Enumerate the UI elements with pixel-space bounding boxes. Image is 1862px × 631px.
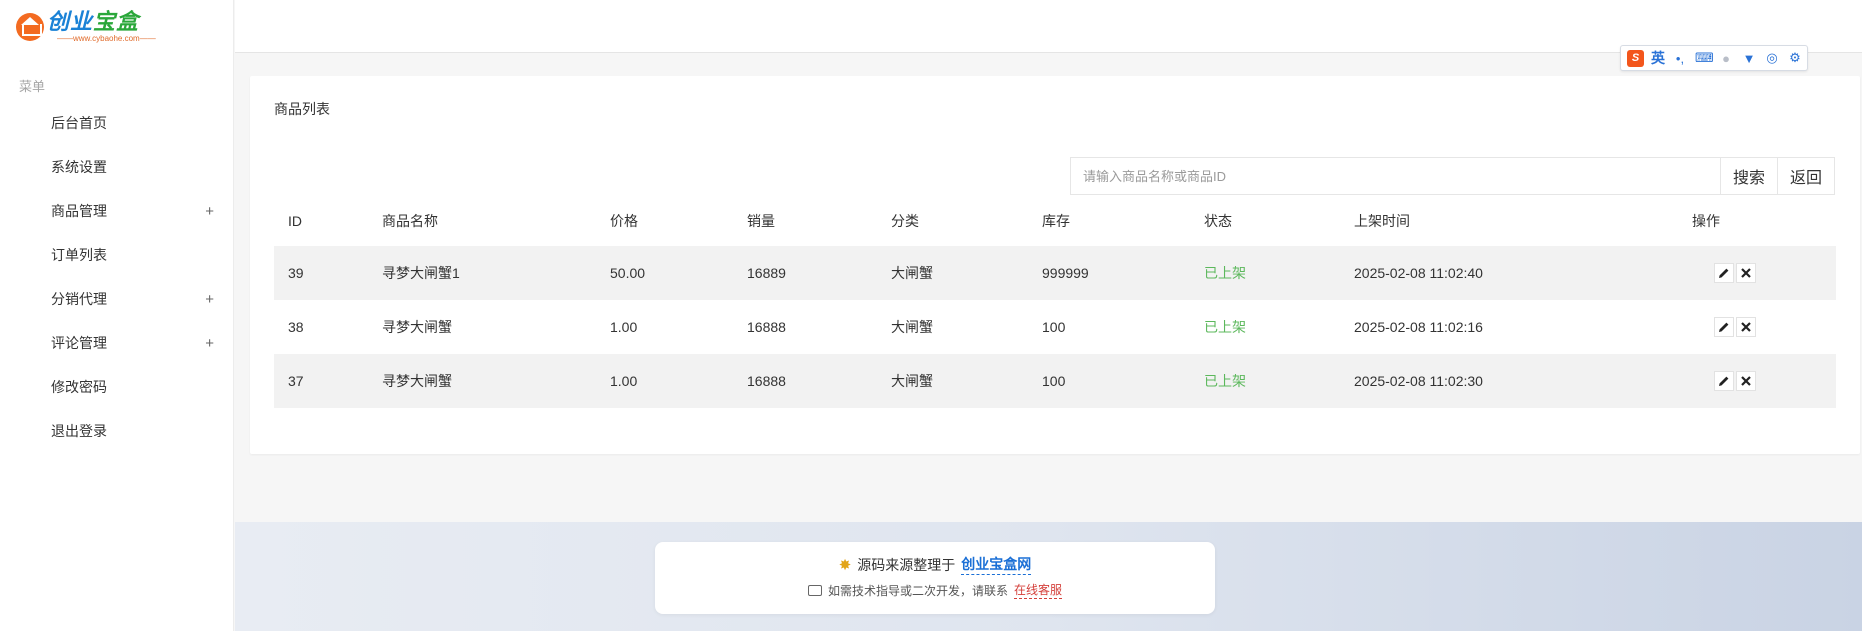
cell-sales: 16888: [747, 373, 786, 389]
notice-text: 源码来源整理于: [857, 556, 956, 573]
ime-language-toggle[interactable]: 英: [1651, 48, 1665, 68]
search-input[interactable]: [1070, 157, 1720, 195]
logo-title: 创业宝盒: [47, 9, 140, 34]
sidebar-item-distribution[interactable]: 分销代理 +: [0, 277, 234, 321]
cell-category: 大闸蟹: [891, 373, 933, 389]
column-header: 分类: [891, 213, 919, 229]
status-badge: 已上架: [1204, 265, 1246, 281]
site-link[interactable]: 创业宝盒网: [961, 554, 1032, 575]
cell-stock: 100: [1042, 373, 1066, 389]
sogou-ime-icon[interactable]: S: [1627, 49, 1644, 67]
house-logo-icon: [16, 13, 44, 41]
row-actions: [1692, 317, 1836, 337]
expand-plus-icon[interactable]: +: [205, 291, 214, 308]
column-header: 上架时间: [1354, 213, 1410, 229]
column-header: 操作: [1692, 213, 1720, 229]
table-row: 37 寻梦大闸蟹 1.00 16888 大闸蟹 100 已上架 2025-02-…: [274, 354, 1836, 408]
search-bar: 搜索 返回: [1070, 157, 1835, 195]
column-header: 销量: [747, 213, 775, 229]
sidebar-item-settings[interactable]: 系统设置: [0, 145, 234, 189]
cell-price: 1.00: [610, 319, 638, 335]
cell-sales: 16888: [747, 319, 786, 335]
column-header: 价格: [610, 213, 638, 229]
column-header: ID: [288, 213, 302, 229]
online-service-link[interactable]: 在线客服: [1014, 581, 1063, 599]
footer: ✸ 源码来源整理于 创业宝盒网 如需技术指导或二次开发，请联系 在线客服: [235, 522, 1862, 631]
page-title: 商品列表: [274, 101, 330, 117]
chat-bubble-icon: [807, 584, 822, 596]
search-button[interactable]: 搜索: [1720, 157, 1778, 195]
table-row: 38 寻梦大闸蟹 1.00 16888 大闸蟹 100 已上架 2025-02-…: [274, 300, 1836, 354]
column-header: 状态: [1204, 213, 1232, 229]
table-row: 39 寻梦大闸蟹1 50.00 16889 大闸蟹 999999 已上架 202…: [274, 246, 1836, 300]
delete-x-icon[interactable]: [1736, 317, 1756, 337]
product-list-card: 商品列表 搜索 返回 ID 商品名称 价格 销量 分类 库存 状态 上架时间 操…: [250, 76, 1860, 454]
cell-name: 寻梦大闸蟹: [382, 319, 452, 335]
edit-pencil-icon[interactable]: [1714, 371, 1734, 391]
source-notice: ✸ 源码来源整理于 创业宝盒网 如需技术指导或二次开发，请联系 在线客服: [655, 542, 1215, 614]
cell-name: 寻梦大闸蟹1: [382, 265, 460, 281]
sidebar-menu: 后台首页 系统设置 商品管理 + 订单列表 分销代理 + 评论管理 + 修改密码 退出…: [0, 101, 234, 453]
sidebar-item-logout[interactable]: 退出登录: [0, 409, 234, 453]
row-actions: [1692, 263, 1836, 283]
cell-category: 大闸蟹: [891, 319, 933, 335]
delete-x-icon[interactable]: [1736, 263, 1756, 283]
edit-pencil-icon[interactable]: [1714, 317, 1734, 337]
sidebar: 创业宝盒 ——www.cybaohe.com—— 菜单 后台首页 系统设置 商品…: [0, 0, 234, 631]
expand-plus-icon[interactable]: +: [205, 335, 214, 352]
cell-stock: 999999: [1042, 265, 1089, 281]
sidebar-item-orders[interactable]: 订单列表: [0, 233, 234, 277]
contact-text: 如需技术指导或二次开发，请联系: [827, 583, 1008, 598]
sidebar-item-dashboard[interactable]: 后台首页: [0, 101, 234, 145]
row-actions: [1692, 371, 1836, 391]
cell-time: 2025-02-08 11:02:16: [1354, 319, 1483, 335]
status-badge: 已上架: [1204, 319, 1246, 335]
sparkle-icon: ✸: [838, 556, 852, 574]
cell-category: 大闸蟹: [891, 265, 933, 281]
gear-icon[interactable]: ⚙: [1787, 50, 1803, 66]
keyboard-icon[interactable]: ⌨: [1695, 50, 1714, 66]
cell-time: 2025-02-08 11:02:40: [1354, 265, 1483, 281]
cell-name: 寻梦大闸蟹: [382, 373, 452, 389]
expand-plus-icon[interactable]: +: [205, 203, 214, 220]
status-badge: 已上架: [1204, 373, 1246, 389]
punctuation-icon[interactable]: •,: [1672, 51, 1688, 66]
cell-id: 38: [288, 319, 304, 335]
delete-x-icon[interactable]: [1736, 371, 1756, 391]
logo[interactable]: 创业宝盒 ——www.cybaohe.com——: [16, 10, 156, 44]
column-header: 商品名称: [382, 213, 438, 229]
table-header-row: ID 商品名称 价格 销量 分类 库存 状态 上架时间 操作: [274, 196, 1836, 246]
cell-price: 1.00: [610, 373, 638, 389]
skin-shirt-icon[interactable]: ▼: [1741, 51, 1757, 66]
edit-pencil-icon[interactable]: [1714, 263, 1734, 283]
column-header: 库存: [1042, 213, 1070, 229]
cell-stock: 100: [1042, 319, 1066, 335]
ime-toolbar: S 英 •, ⌨ ● ▼ ◎ ⚙: [1620, 45, 1808, 71]
cell-price: 50.00: [610, 265, 646, 281]
sidebar-item-change-password[interactable]: 修改密码: [0, 365, 234, 409]
user-icon[interactable]: ●: [1718, 51, 1734, 66]
product-table: ID 商品名称 价格 销量 分类 库存 状态 上架时间 操作 39 寻梦大闸蟹1…: [274, 196, 1836, 408]
ai-icon[interactable]: ◎: [1764, 50, 1780, 66]
top-header: [235, 0, 1862, 53]
cell-time: 2025-02-08 11:02:30: [1354, 373, 1483, 389]
cell-id: 39: [288, 265, 304, 281]
cell-sales: 16889: [747, 265, 786, 281]
back-button[interactable]: 返回: [1778, 157, 1835, 195]
cell-id: 37: [288, 373, 304, 389]
sidebar-item-comments[interactable]: 评论管理 +: [0, 321, 234, 365]
sidebar-item-products[interactable]: 商品管理 +: [0, 189, 234, 233]
menu-title: 菜单: [19, 79, 46, 94]
logo-url: ——www.cybaohe.com——: [57, 34, 156, 43]
